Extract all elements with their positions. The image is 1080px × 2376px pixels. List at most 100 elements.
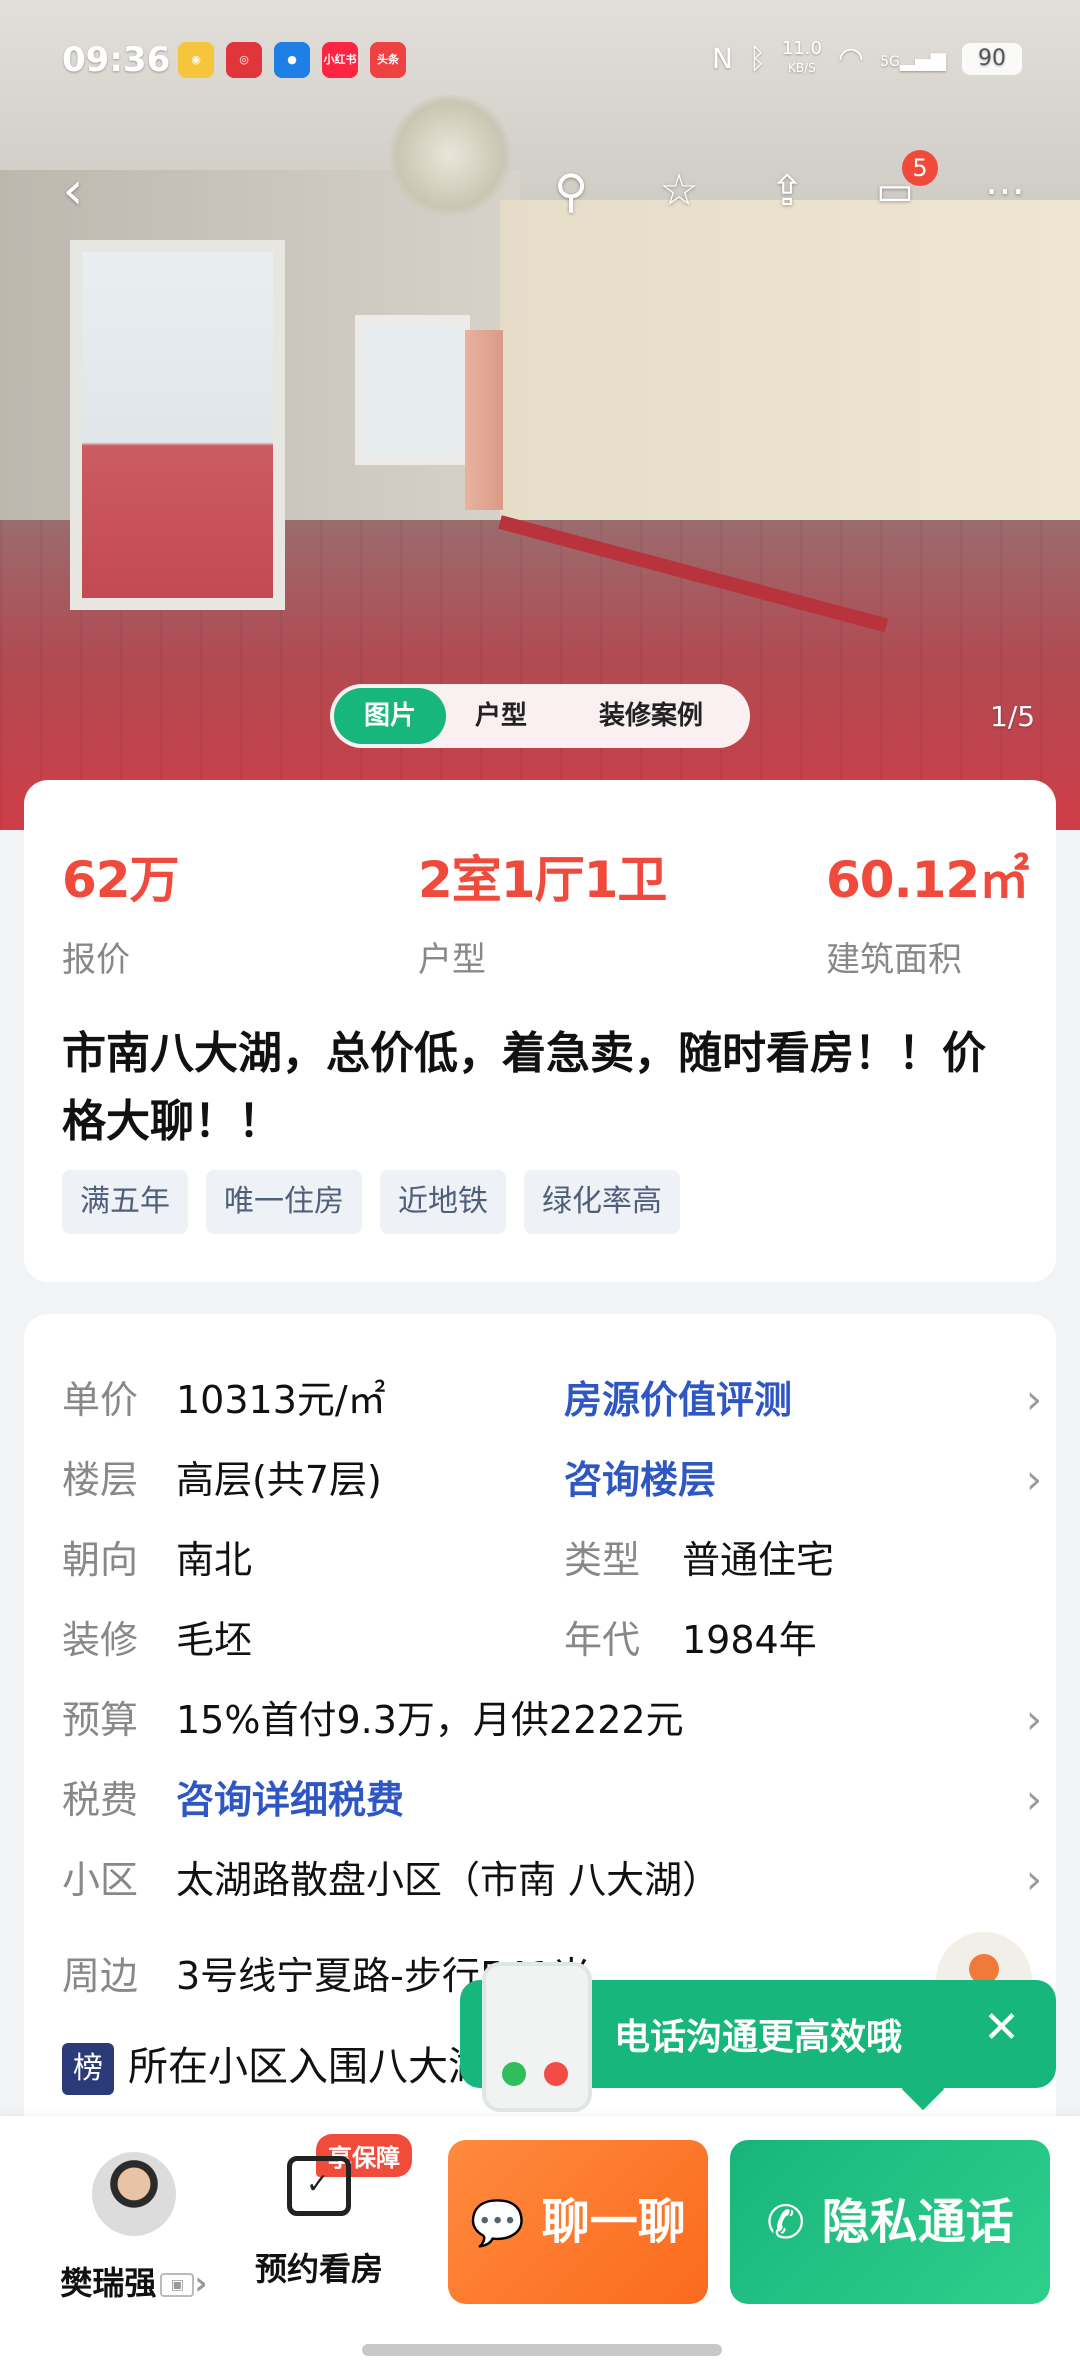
- chevron-right-icon: ›: [1026, 1857, 1042, 1903]
- floor-value: 高层(共7层): [176, 1458, 382, 1502]
- wifi-icon: ◠: [837, 41, 865, 76]
- row-unit-price[interactable]: 单价 10313元/㎡ 房源价值评测 ›: [62, 1370, 1042, 1430]
- tab-decoration-cases[interactable]: 装修案例: [556, 688, 746, 744]
- photo-curtain: [465, 330, 503, 510]
- tag-list: 满五年 唯一住房 近地铁 绿化率高: [62, 1170, 680, 1234]
- row-community[interactable]: 小区 太湖路散盘小区（市南 八大湖） ›: [62, 1850, 1042, 1910]
- type-value: 普通住宅: [682, 1538, 835, 1582]
- listing-title: 市南八大湖，总价低，着急卖，随时看房！！价格大聊！！: [62, 1028, 986, 1147]
- row-floor[interactable]: 楼层 高层(共7层) 咨询楼层 ›: [62, 1450, 1042, 1510]
- floor-label: 楼层: [62, 1458, 139, 1502]
- chevron-right-icon: ›: [194, 2264, 208, 2302]
- price-stat: 62万 报价: [62, 840, 180, 981]
- bluetooth-icon: ᛒ: [749, 42, 766, 75]
- chevron-right-icon: ›: [1026, 1777, 1042, 1823]
- phone-handset-icon: ✆: [766, 2195, 805, 2249]
- chevron-right-icon: ›: [1026, 1457, 1042, 1503]
- notification-app-icons: ◉ ◎ ● 小红书 头条: [178, 42, 406, 78]
- status-icons: N ᛒ 11.0 KB/S ◠ 5G▂▄▆ 90: [712, 40, 1022, 77]
- chat-button[interactable]: 💬 聊一聊: [448, 2140, 708, 2304]
- tag: 绿化率高: [524, 1170, 680, 1234]
- price-label: 报价: [62, 940, 130, 980]
- star-icon[interactable]: ☆: [648, 160, 710, 222]
- more-icon[interactable]: ⋯: [974, 160, 1036, 222]
- row-orientation: 朝向 南北 类型 普通住宅: [62, 1530, 1042, 1590]
- layout-label: 户型: [418, 940, 486, 980]
- signal-icon: 5G▂▄▆: [880, 46, 946, 71]
- app-icon: ◎: [226, 42, 262, 78]
- nearby-label: 周边: [62, 1954, 139, 1998]
- photo-window: [355, 315, 470, 465]
- phone-icon: [482, 1962, 592, 2112]
- area-stat: 60.12㎡ 建筑面积: [826, 840, 1029, 981]
- area-label: 建筑面积: [826, 940, 962, 980]
- tax-label: 税费: [62, 1778, 139, 1822]
- photo-pager: 1/5: [990, 700, 1036, 733]
- tab-floorplan[interactable]: 户型: [446, 688, 556, 744]
- back-arrow-icon[interactable]: ‹: [42, 160, 104, 222]
- nfc-icon: N: [712, 42, 733, 75]
- calendar-icon: [287, 2156, 351, 2216]
- xiaohongshu-icon: 小红书: [322, 42, 358, 78]
- gallery-tabs: 图片 户型 装修案例: [330, 684, 750, 748]
- row-tax[interactable]: 税费 咨询详细税费 ›: [62, 1770, 1042, 1830]
- private-call-button[interactable]: ✆ 隐私通话: [730, 2140, 1050, 2304]
- year-value: 1984年: [682, 1618, 817, 1662]
- value-eval-link[interactable]: 房源价值评测: [564, 1370, 792, 1430]
- house-detail-page: 09:36 ◉ ◎ ● 小红书 头条 N ᛒ 11.0 KB/S ◠ 5G▂▄▆ …: [0, 0, 1080, 2376]
- chat-bubble-icon: 💬: [470, 2198, 526, 2249]
- battery-icon: 90: [962, 42, 1022, 75]
- price-value: 62万: [62, 851, 180, 909]
- unit-price-label: 单价: [62, 1378, 139, 1422]
- type-label: 类型: [564, 1538, 641, 1582]
- weibo-icon: ◉: [178, 42, 214, 78]
- tag: 近地铁: [380, 1170, 506, 1234]
- call-tip-text: 电话沟通更高效哦: [614, 2017, 903, 2058]
- tag: 满五年: [62, 1170, 188, 1234]
- close-icon[interactable]: ✕: [983, 2002, 1020, 2053]
- rank-badge: 榜: [62, 2043, 114, 2095]
- search-icon[interactable]: ⚲: [540, 160, 602, 222]
- call-label: 隐私通话: [821, 2194, 1014, 2250]
- agent-name: 樊瑞强: [60, 2264, 157, 2302]
- summary-card: 62万 报价 2室1厅1卫 户型 60.12㎡ 建筑面积 市南八大湖，总价低，着…: [24, 780, 1056, 1282]
- area-value: 60.12㎡: [826, 851, 1029, 909]
- budget-label: 预算: [62, 1698, 139, 1742]
- network-type: 5G: [880, 53, 900, 70]
- chevron-right-icon: ›: [1026, 1697, 1042, 1743]
- home-indicator[interactable]: [362, 2344, 722, 2356]
- share-icon[interactable]: ⇪: [756, 160, 818, 222]
- community-label: 小区: [62, 1858, 139, 1902]
- budget-value: 15%首付9.3万，月供2222元: [176, 1698, 684, 1742]
- orientation-value: 南北: [176, 1538, 253, 1582]
- community-value: 太湖路散盘小区（市南 八大湖）: [176, 1858, 721, 1902]
- bottom-action-bar: 樊瑞强▣› 享保障 预约看房 💬 聊一聊 ✆ 隐私通话: [0, 2116, 1080, 2376]
- call-tip-popup[interactable]: 电话沟通更高效哦 ✕: [460, 1962, 1056, 2112]
- orientation-label: 朝向: [62, 1538, 139, 1582]
- status-time: 09:36: [62, 40, 171, 80]
- layout-stat: 2室1厅1卫 户型: [418, 840, 667, 981]
- app-icon: ●: [274, 42, 310, 78]
- chat-label: 聊一聊: [541, 2194, 686, 2250]
- tab-photos[interactable]: 图片: [334, 688, 446, 744]
- appointment-label: 预约看房: [254, 2250, 383, 2288]
- id-card-icon: ▣: [160, 2273, 195, 2297]
- tag: 唯一住房: [206, 1170, 362, 1234]
- net-speed: 11.0 KB/S: [782, 40, 822, 77]
- agent-profile[interactable]: 樊瑞强 ▣ ›: [34, 2152, 234, 2304]
- row-budget[interactable]: 预算 15%首付9.3万，月供2222元 ›: [62, 1690, 1042, 1750]
- decoration-value: 毛坯: [176, 1618, 253, 1662]
- status-bar: 09:36 ◉ ◎ ● 小红书 头条 N ᛒ 11.0 KB/S ◠ 5G▂▄▆ …: [0, 0, 1080, 120]
- year-label: 年代: [564, 1618, 641, 1662]
- consult-floor-link[interactable]: 咨询楼层: [564, 1450, 716, 1510]
- toutiao-icon: 头条: [370, 42, 406, 78]
- appointment-button[interactable]: 预约看房: [244, 2152, 394, 2290]
- net-speed-unit: KB/S: [787, 61, 816, 75]
- tax-link[interactable]: 咨询详细税费: [176, 1770, 404, 1830]
- message-badge: 5: [902, 150, 938, 186]
- decoration-label: 装修: [62, 1618, 139, 1662]
- row-decoration: 装修 毛坯 年代 1984年: [62, 1610, 1042, 1670]
- avatar: [92, 2152, 176, 2236]
- photo-window-door: [70, 240, 285, 610]
- unit-price-value: 10313元/㎡: [176, 1378, 386, 1422]
